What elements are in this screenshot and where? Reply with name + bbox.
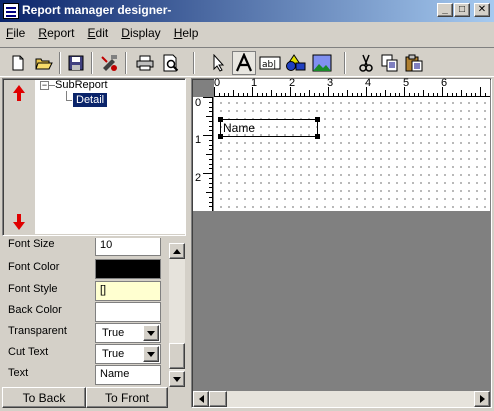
menu-file[interactable]: File: [2, 24, 29, 42]
minimize-button[interactable]: _: [437, 3, 453, 17]
paste-icon[interactable]: [402, 51, 426, 75]
design-horizontal-scrollbar[interactable]: [193, 391, 490, 407]
arrow-up-icon: [13, 85, 25, 101]
select-pointer-icon[interactable]: [206, 51, 230, 75]
horizontal-ruler: 0 1 2 3 4 5 6: [214, 77, 490, 97]
title-bar[interactable]: Report manager designer- _ □ ✕: [0, 0, 494, 22]
expression-tool-icon[interactable]: ab|: [258, 51, 282, 75]
menu-report[interactable]: Report: [34, 24, 78, 42]
image-tool-icon[interactable]: [310, 51, 334, 75]
tree-view[interactable]: − SubReport Detail: [35, 79, 186, 234]
menu-display[interactable]: Display: [117, 24, 164, 42]
order-arrows: [4, 80, 34, 234]
ruler-label: 0: [214, 77, 221, 89]
to-front-button[interactable]: To Front: [86, 387, 168, 408]
scroll-right-button[interactable]: [474, 391, 490, 407]
tree-collapse-toggle[interactable]: −: [40, 81, 49, 90]
menu-edit[interactable]: Edit: [84, 24, 113, 42]
resize-handle[interactable]: [218, 117, 223, 122]
prop-label: Font Size: [8, 238, 55, 250]
shape-tool-icon[interactable]: [284, 51, 308, 75]
save-icon[interactable]: [64, 51, 88, 75]
menu-bar: File Report Edit Display Help: [0, 24, 494, 42]
ruler-label: 2: [195, 172, 202, 184]
print-icon[interactable]: [133, 51, 157, 75]
prop-row-back-color: Back Color: [2, 301, 168, 322]
prop-label: Font Style: [8, 283, 58, 295]
maximize-button[interactable]: □: [454, 3, 470, 17]
chevron-down-icon[interactable]: [143, 325, 159, 341]
svg-text:ab|: ab|: [262, 60, 276, 70]
ruler-label: 3: [327, 77, 334, 89]
ruler-label: 5: [403, 77, 410, 89]
scroll-thumb[interactable]: [169, 343, 185, 369]
cut-icon[interactable]: [354, 51, 378, 75]
ruler-label: 4: [365, 77, 372, 89]
vertical-ruler: 0 1 2: [193, 97, 213, 211]
open-icon[interactable]: [32, 51, 56, 75]
transparent-select[interactable]: True: [95, 323, 161, 343]
label-tool-icon[interactable]: [232, 51, 256, 75]
report-page[interactable]: Name: [214, 97, 490, 211]
toolbar: ab|: [0, 47, 494, 77]
label-component[interactable]: Name: [220, 119, 318, 137]
font-size-input[interactable]: 10: [95, 238, 161, 256]
resize-handle[interactable]: [315, 134, 320, 139]
back-color-swatch[interactable]: [95, 302, 161, 322]
copy-icon[interactable]: [378, 51, 402, 75]
prop-row-text: Text Name: [2, 364, 168, 385]
ruler-label: 1: [195, 134, 202, 146]
ruler-label: 6: [441, 77, 448, 89]
prop-label: Text: [8, 367, 29, 379]
menu-help[interactable]: Help: [170, 24, 203, 42]
text-input[interactable]: Name: [95, 365, 161, 385]
prop-row-cut-text: Cut Text True: [2, 343, 168, 364]
prop-label: Cut Text: [8, 346, 49, 358]
scroll-left-button[interactable]: [193, 391, 209, 407]
chevron-down-icon[interactable]: [143, 346, 159, 362]
ruler-label: 1: [251, 77, 258, 89]
move-up-button[interactable]: [10, 84, 28, 102]
property-scrollbar[interactable]: [169, 243, 185, 387]
prop-label: Transparent: [8, 325, 67, 337]
scroll-up-button[interactable]: [169, 243, 185, 259]
scroll-down-button[interactable]: [169, 371, 185, 387]
tree-node-detail[interactable]: Detail: [73, 93, 108, 107]
properties-icon[interactable]: [97, 51, 121, 75]
new-icon[interactable]: [6, 51, 30, 75]
font-color-swatch[interactable]: [95, 259, 161, 279]
resize-handle[interactable]: [218, 134, 223, 139]
property-grid: Font Size 10 Font Color Font Style [] Ba…: [2, 238, 168, 388]
prop-row-font-color: Font Color: [2, 258, 168, 279]
app-icon: [3, 3, 19, 19]
cut-text-select[interactable]: True: [95, 344, 161, 364]
ruler-label: 0: [195, 97, 202, 109]
prop-label: Font Color: [8, 261, 60, 273]
prop-row-font-size: Font Size 10: [2, 238, 168, 256]
font-style-field[interactable]: []: [95, 281, 161, 301]
label-component-text: Name: [223, 121, 256, 135]
arrow-down-icon: [13, 214, 25, 230]
scroll-thumb[interactable]: [209, 391, 227, 407]
to-back-button[interactable]: To Back: [2, 387, 86, 408]
prop-row-font-style: Font Style []: [2, 280, 168, 301]
window-title: Report manager designer-: [22, 3, 172, 17]
ruler-label: 2: [289, 77, 296, 89]
prop-row-transparent: Transparent True: [2, 322, 168, 343]
close-button[interactable]: ✕: [474, 3, 490, 17]
tree-node-subreport[interactable]: SubReport: [55, 79, 108, 91]
resize-handle[interactable]: [315, 117, 320, 122]
prop-label: Back Color: [8, 304, 62, 316]
print-preview-icon[interactable]: [159, 51, 183, 75]
move-down-button[interactable]: [10, 213, 28, 231]
